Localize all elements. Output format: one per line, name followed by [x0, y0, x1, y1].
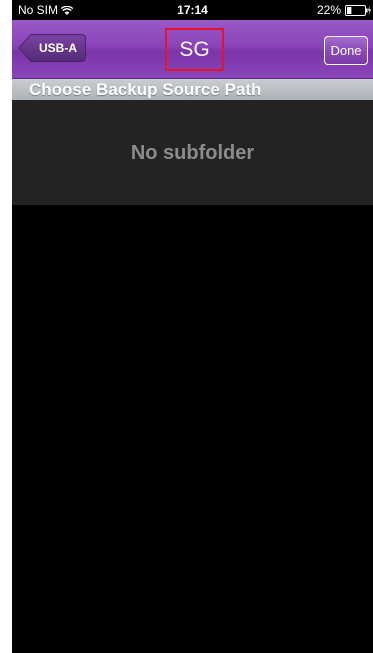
- done-button[interactable]: Done: [324, 36, 368, 65]
- empty-state-message: No subfolder: [130, 142, 255, 164]
- status-right: 22%: [317, 3, 371, 17]
- page-title: SG: [165, 28, 224, 71]
- back-button[interactable]: USB-A: [18, 34, 86, 62]
- section-header: Choose Backup Source Path: [12, 79, 373, 100]
- navigation-bar: USB-A SG Done: [12, 20, 373, 79]
- back-button-label: USB-A: [39, 41, 77, 55]
- app-screen: No SIM 17:14 22% USB-A SG Done Choose Ba…: [12, 0, 373, 653]
- status-bar: No SIM 17:14 22%: [12, 0, 373, 20]
- battery-percentage: 22%: [316, 3, 341, 17]
- folder-list: No subfolder: [12, 100, 373, 205]
- charging-bolt-icon: [368, 5, 371, 15]
- battery-icon: [345, 4, 371, 16]
